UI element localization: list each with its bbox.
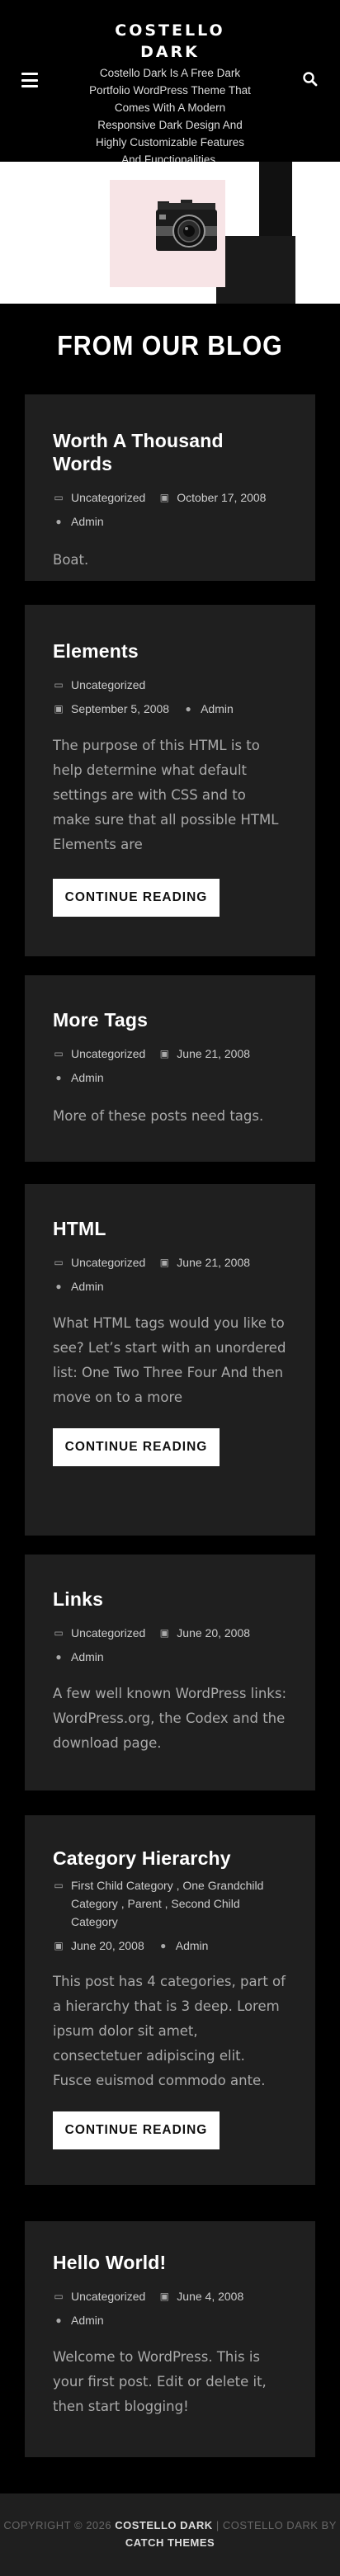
post-category[interactable]: Uncategorized (71, 1042, 145, 1065)
folder-icon: ▭ (54, 1048, 64, 1059)
post-category[interactable]: Uncategorized (71, 1251, 145, 1274)
post-date[interactable]: October 17, 2008 (177, 486, 266, 509)
post-category[interactable]: Uncategorized (71, 673, 145, 696)
post-author[interactable]: Admin (71, 1066, 104, 1089)
post-author[interactable]: Admin (71, 1275, 104, 1298)
post-author[interactable]: Admin (201, 697, 234, 720)
folder-icon: ▭ (54, 492, 64, 503)
site-footer: COPYRIGHT © 2026 COSTELLO DARK | COSTELL… (0, 2493, 340, 2576)
site-header: COSTELLO DARK Costello Dark Is A Free Da… (0, 0, 340, 166)
post-date[interactable]: June 4, 2008 (177, 2285, 243, 2308)
theme-name: COSTELLO DARK BY (222, 2519, 337, 2531)
calendar-icon: ▣ (54, 703, 64, 715)
post-date[interactable]: September 5, 2008 (71, 697, 169, 720)
user-icon: ● (55, 1072, 62, 1083)
site-title[interactable]: COSTELLO DARK (87, 20, 253, 63)
calendar-icon: ▣ (159, 492, 169, 503)
folder-icon: ▭ (54, 1627, 64, 1639)
user-icon: ● (185, 703, 191, 715)
site-branding: COSTELLO DARK Costello Dark Is A Free Da… (87, 20, 253, 168)
post-meta: ▭ Uncategorized ▣ June 21, 2008 ● Admin (53, 1041, 287, 1089)
post-date[interactable]: June 20, 2008 (71, 1937, 144, 1955)
post-excerpt: Boat. (53, 552, 89, 568)
post-card: Hello World! ▭ Uncategorized ▣ June 4, 2008… (25, 2221, 315, 2457)
site-description: Costello Dark Is A Free Dark Portfolio W… (89, 67, 251, 166)
post-date[interactable]: June 20, 2008 (177, 1621, 250, 1644)
user-icon: ● (55, 516, 62, 527)
post-categories: First Child Category , One Grandchild Ca… (71, 1879, 264, 1928)
post-title[interactable]: Category Hierarchy (53, 1847, 287, 1870)
calendar-icon: ▣ (159, 2291, 169, 2302)
post-title[interactable]: HTML (53, 1217, 287, 1240)
post-title[interactable]: Worth A Thousand Words (53, 429, 287, 475)
post-author[interactable]: Admin (71, 2309, 104, 2332)
footer-author-link[interactable]: CATCH THEMES (125, 2536, 215, 2549)
continue-reading-button[interactable]: CONTINUE READING (53, 2111, 220, 2149)
post-card: Worth A Thousand Words ▭ Uncategorized ▣ Oc… (25, 394, 315, 581)
post-title[interactable]: Links (53, 1588, 287, 1611)
hero-banner (0, 162, 340, 304)
post-card: Links ▭ Uncategorized ▣ June 20, 2008 ● Admi… (25, 1555, 315, 1790)
post-meta: ▭ Uncategorized ▣ September 5, 2008 ● Admin (53, 672, 287, 720)
post-category[interactable]: Uncategorized (71, 1621, 145, 1644)
post-card: More Tags ▭ Uncategorized ▣ June 21, 2008 ●… (25, 975, 315, 1162)
post-title[interactable]: Hello World! (53, 2251, 287, 2274)
post-category[interactable]: Uncategorized (71, 2285, 145, 2308)
post-title[interactable]: Elements (53, 639, 287, 663)
post-excerpt: What HTML tags would you like to see? Le… (53, 1315, 286, 1405)
calendar-icon: ▣ (54, 1940, 64, 1951)
post-excerpt: Welcome to WordPress. This is your first… (53, 2349, 267, 2414)
post-date[interactable]: June 21, 2008 (177, 1251, 250, 1274)
post-title[interactable]: More Tags (53, 1008, 287, 1031)
post-card: Category Hierarchy ▭ First Child Categor… (25, 1815, 315, 2185)
post-author[interactable]: Admin (176, 1937, 209, 1955)
hero-shadow (216, 236, 295, 304)
section-title: FROM OUR BLOG (57, 330, 283, 361)
post-excerpt: The purpose of this HTML is to help dete… (53, 738, 279, 852)
post-meta: ▭ First Child Category , One Grandchild … (53, 1876, 287, 1955)
user-icon: ● (55, 1281, 62, 1292)
post-date[interactable]: June 21, 2008 (177, 1042, 250, 1065)
post-meta: ▭ Uncategorized ▣ June 21, 2008 ● Admin (53, 1250, 287, 1298)
post-category[interactable]: Uncategorized (71, 486, 145, 509)
post-excerpt: This post has 4 categories, part of a hi… (53, 1974, 286, 2088)
user-icon: ● (55, 1651, 62, 1663)
post-card: Elements ▭ Uncategorized ▣ September 5, 20… (25, 605, 315, 956)
post-author[interactable]: Admin (71, 1645, 104, 1668)
post-author[interactable]: Admin (71, 510, 104, 533)
post-category[interactable]: Parent (127, 1897, 161, 1910)
folder-icon: ▭ (54, 2291, 64, 2302)
calendar-icon: ▣ (159, 1257, 169, 1268)
footer-separator: | (215, 2519, 220, 2531)
post-card: HTML ▭ Uncategorized ▣ June 21, 2008 ● Admin… (25, 1184, 315, 1536)
folder-icon: ▭ (54, 679, 64, 691)
calendar-icon: ▣ (159, 1627, 169, 1639)
post-excerpt: A few well known WordPress links: WordPr… (53, 1686, 287, 1751)
camera-image (110, 180, 225, 287)
continue-reading-button[interactable]: CONTINUE READING (53, 1428, 220, 1466)
continue-reading-button[interactable]: CONTINUE READING (53, 879, 220, 917)
user-icon: ● (55, 2314, 62, 2326)
footer-site-link[interactable]: COSTELLO DARK (115, 2519, 212, 2531)
post-excerpt: More of these posts need tags. (53, 1108, 264, 1124)
calendar-icon: ▣ (159, 1048, 169, 1059)
post-meta: ▭ Uncategorized ▣ June 4, 2008 ● Admin (53, 2284, 287, 2332)
copyright-text: COPYRIGHT © 2026 (3, 2519, 112, 2531)
user-icon: ● (160, 1940, 167, 1951)
post-meta: ▭ Uncategorized ▣ June 20, 2008 ● Admin (53, 1621, 287, 1668)
post-meta: ▭ Uncategorized ▣ October 17, 2008 ● Admin (53, 485, 287, 533)
menu-icon[interactable] (21, 73, 38, 87)
search-icon[interactable] (302, 71, 319, 87)
post-category[interactable]: First Child Category (71, 1879, 173, 1892)
folder-icon: ▭ (54, 1257, 64, 1268)
folder-icon: ▭ (54, 1880, 64, 1891)
